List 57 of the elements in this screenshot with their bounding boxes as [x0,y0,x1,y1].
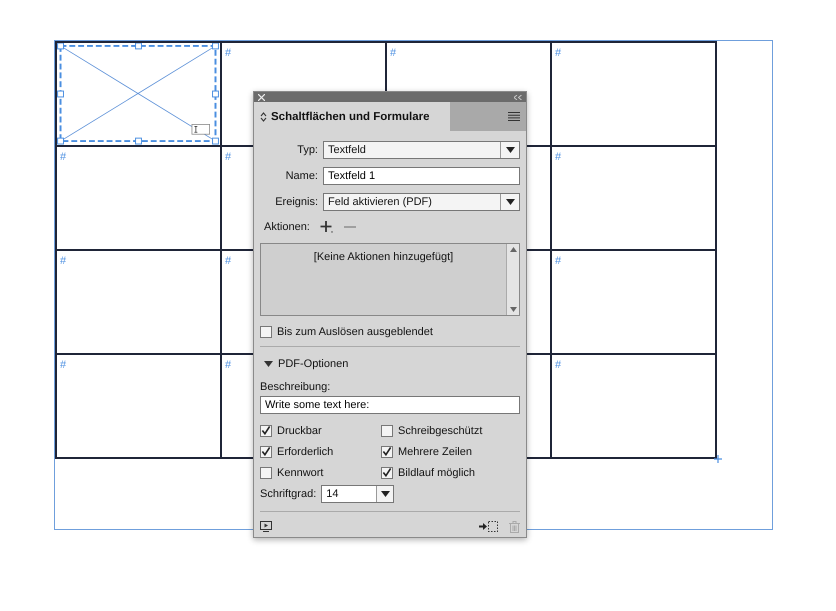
dropdown-arrow-icon [506,199,514,206]
disclosure-icon[interactable] [264,361,273,368]
checkbox[interactable] [381,466,393,479]
field-label: Ereignis: [274,196,319,208]
dropdown[interactable]: Textfeld [323,141,520,160]
actions-list[interactable]: [Keine Aktionen hinzugefügt] [260,243,520,316]
cell-marker: # [225,255,232,267]
cell-marker: # [60,151,66,163]
pdf-options-toggle[interactable]: PDF-Optionen [260,351,520,378]
checkbox-label: Bis zum Auslösen ausgeblendet [277,326,433,338]
convert-to-object-icon[interactable] [479,520,499,534]
font-size-combo[interactable]: 14 [321,485,394,504]
sort-arrows-icon[interactable] [260,112,267,122]
cell-marker: # [390,47,396,59]
dropdown-arrow-icon [506,147,514,154]
menu-icon[interactable] [508,112,520,122]
collapse-icon[interactable] [514,94,522,100]
cell-marker: # [225,47,232,59]
dropdown[interactable]: Feld aktivieren (PDF) [323,193,520,212]
cell-marker: # [555,359,562,371]
checkbox-label: Mehrere Zeilen [398,446,472,458]
image-frame-drawing[interactable] [57,43,220,145]
checkbox[interactable] [260,326,272,338]
checkbox-label: Erforderlich [277,446,334,458]
out-port-icon[interactable] [714,455,722,463]
checkbox[interactable] [260,446,272,458]
checkbox[interactable] [260,466,272,479]
panel-tab[interactable]: Schaltflächen und Formulare [254,102,450,132]
dropdown-arrow-icon [380,491,390,498]
cell-marker: # [60,255,66,267]
cell-marker: # [225,151,232,163]
cell-marker: # [555,255,562,267]
checkbox-label: Schreibgeschützt [398,424,482,437]
add-icon[interactable] [320,220,334,234]
scrollbar[interactable] [506,244,519,316]
close-icon[interactable] [258,94,265,101]
empty-list-text: [Keine Aktionen hinzugefügt] [312,250,454,266]
cell-marker: # [555,151,562,163]
description-field[interactable]: Write some text here: [260,396,520,414]
checkbox[interactable] [381,424,393,437]
field-label: Typ: [296,144,319,156]
checkbox-label: Kennwort [277,466,324,479]
cell-marker: # [60,359,66,371]
checkbox-label: Druckbar [277,424,322,437]
scroll-down-icon[interactable] [510,307,516,312]
cell-marker: # [555,47,562,59]
checkbox[interactable] [381,446,393,458]
scroll-up-icon[interactable] [510,247,516,252]
cell-marker: # [225,359,232,371]
input-field[interactable]: Textfeld 1 [323,167,520,186]
field-label: Schriftgrad: [260,488,316,500]
field-label: Beschreibung: [260,380,332,396]
checkbox-label: Bildlauf möglich [398,466,476,479]
field-label: Aktionen: [264,221,310,234]
field-label: Name: [284,170,319,182]
checkbox[interactable] [260,424,272,437]
preview-icon[interactable] [260,521,272,532]
